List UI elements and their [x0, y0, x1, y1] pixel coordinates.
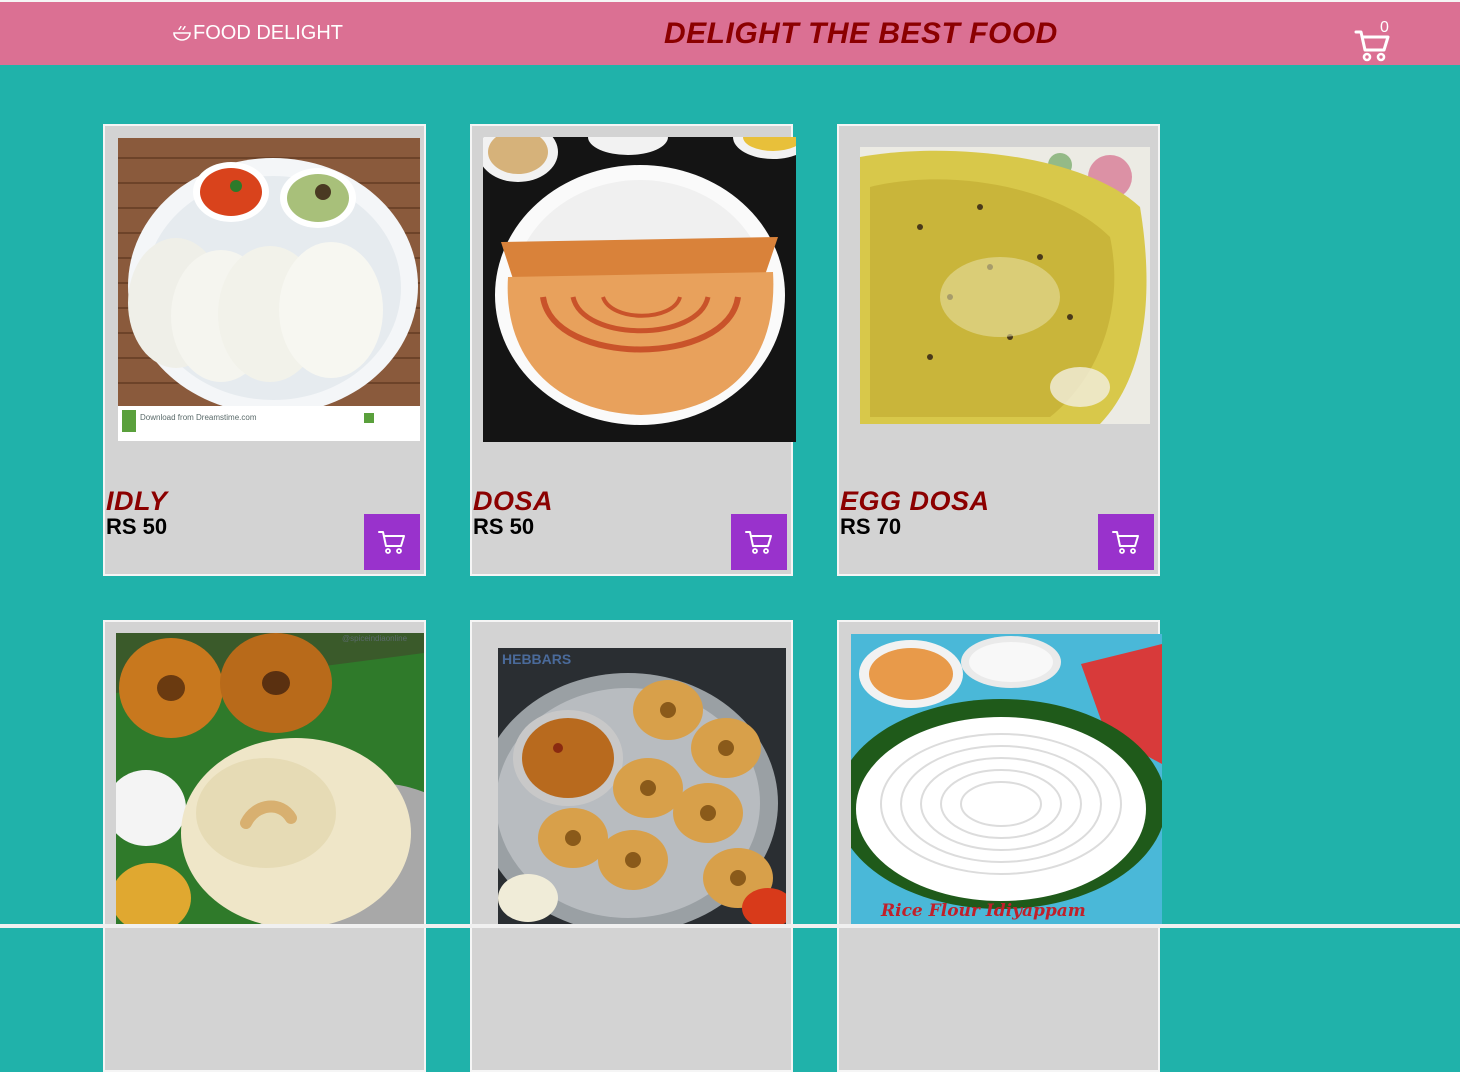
product-name: DOSA: [473, 486, 554, 516]
nav-cart-button[interactable]: 0: [1352, 19, 1392, 64]
cart-icon: [378, 531, 405, 554]
cart-count: 0: [1380, 19, 1389, 36]
brand-label: FOOD DELIGHT: [193, 22, 344, 44]
product-card: Rice Flour Idiyappam: [837, 620, 1162, 1072]
product-card: EGG DOSA RS 70: [837, 124, 1160, 576]
product-image: [860, 147, 1150, 424]
image-watermark: Download from Dreamstime.com: [140, 413, 257, 422]
product-image: HEBBARS: [498, 648, 786, 924]
product-name: IDLY: [106, 486, 168, 516]
image-caption: Rice Flour Idiyappam: [880, 901, 1086, 921]
add-to-cart-button[interactable]: [731, 514, 787, 570]
cart-icon: [745, 531, 772, 554]
product-card: HEBBARS: [470, 620, 793, 1072]
image-watermark: HEBBARS: [502, 651, 571, 667]
product-price: RS 70: [840, 514, 902, 539]
navbar: FOOD DELIGHT DELIGHT THE BEST FOOD 0: [0, 2, 1460, 65]
product-name: EGG DOSA: [840, 486, 990, 516]
product-card: DOSA RS 50: [470, 124, 796, 576]
product-image: @spiceindiaonline: [116, 633, 424, 926]
product-card: @spiceindiaonline: [103, 620, 426, 1072]
page-tagline: DELIGHT THE BEST FOOD: [664, 17, 1058, 50]
product-image: [483, 137, 796, 442]
product-image: Download from Dreamstime.com: [118, 138, 420, 441]
brand-link[interactable]: FOOD DELIGHT: [172, 21, 343, 45]
product-price: RS 50: [106, 514, 168, 539]
cart-icon: [1112, 531, 1139, 554]
image-watermark: @spiceindiaonline: [342, 634, 408, 643]
product-card: Download from Dreamstime.com IDLY RS 50: [103, 124, 426, 576]
add-to-cart-button[interactable]: [364, 514, 420, 570]
add-to-cart-button[interactable]: [1098, 514, 1154, 570]
bottom-border: [0, 924, 1460, 928]
food-bowl-icon: [173, 25, 191, 41]
product-image: Rice Flour Idiyappam: [851, 634, 1162, 926]
product-price: RS 50: [473, 514, 535, 539]
